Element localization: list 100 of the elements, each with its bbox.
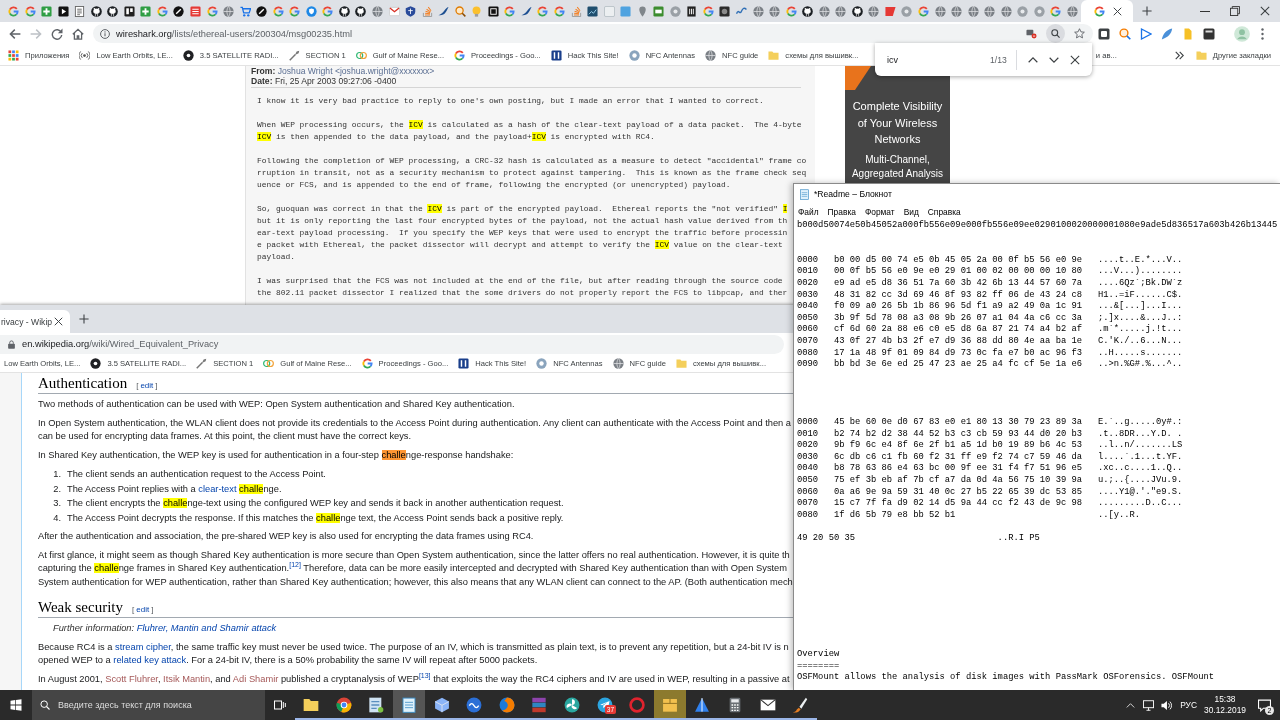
play-icon[interactable] [1139,27,1152,40]
g-logo-icon [156,5,168,17]
disc-icon [1033,5,1045,17]
url-text: wireshark.org/lists/ethereal-users/200304/msg00235.html [116,28,353,39]
close-icon[interactable] [54,317,64,326]
paragraph: At first glance, it might seem as though Shared Key authentication is more secure than Open System authentication, since the latter offers no real authentication. However, it is quite th capturing the challenge frames in Shared Key authentication.$^{[12]}$ Therefore, data can be more easily intercepted and decrypted with Shared Key authentication than with Open System System authentication for WEP authentication, rather than Shared Key authentication; however, this also means that any WLAN client can connect to the AP. (Both authentication mech [38,548,793,589]
brush-icon [792,697,809,713]
paragraph: After the authentication and association, the pre-shared WEP key is also used for encrypting the data frames using RC4. [38,530,534,543]
g-logo-icon [537,5,549,17]
minimize-icon[interactable] [1200,10,1210,12]
wing-icon [438,5,450,17]
monitor-icon[interactable] [1142,699,1154,711]
globe-icon [752,5,764,17]
folder-icon [768,49,780,61]
tile-icon[interactable] [1097,27,1110,40]
globe-icon [934,5,946,17]
g-logo-icon [702,5,714,17]
tile-icon [620,5,632,17]
menu-item[interactable]: Файл [794,207,824,217]
globe-icon [868,5,880,17]
url-text: en.wikipedia.org/wiki/Wired_Equivalent_Privacy [22,339,219,349]
message-icon[interactable] [1257,698,1271,712]
globe-icon [612,358,624,369]
magnifier-icon[interactable] [1118,27,1131,40]
restore-icon[interactable] [1230,6,1240,16]
menu-item[interactable]: Вид [899,207,924,217]
reload-icon[interactable] [50,27,63,40]
speaker-icon[interactable] [1160,699,1172,711]
edit-link[interactable]: [ edit ] [132,603,154,617]
address-bar[interactable]: en.wikipedia.org/wiki/Wired_Equivalent_Privacy [0,334,784,354]
edit-link[interactable]: [ edit ] [136,379,158,393]
chevron-down-icon[interactable] [1049,56,1059,63]
document-text: b000d50074e50b45052a000fb556e09e000fb556e09ee0290100020000001080e9ade5d836517a603b426b13445 0000 b0 00 d5 00 74 e5 0b 45 05 2a 00 0f b5 56 e0 9e ....t..E.*...V.. 0010 00 0f b5 56 e0 9e e0 29 01 00 02 00 00 00 10 80 ...V...)........ 0020 e9 ad e5 d8 36 51 7a 60 3b 42 6b 13 44 57 60 7a ....6Qz`;Bk.DW`z 0030 48 31 82 cc 3d 69 46 8f 93 82 ff 06 de 43 24 c8 H1..=iF......C$. 0040 f0 09 a0 26 5b 1b 86 96 5d f1 a9 a2 49 0a 1c 91 ...&[...]...I... 0050 3b 9f 5d 78 08 a3 08 9b 26 07 a1 04 4a c6 cc 3a ;.]x....&...J..: 0060 cf 6d 60 2a 88 e6 c0 e5 d8 6a 87 21 74 a4 b2 af .m`*.....j.!t... 0070 43 0f 27 4b b3 2f e7 d9 36 88 dd 80 4e aa ba 1e C.'K./..6...N... 0080 17 1a 48 9f 01 09 84 d9 73 0c fa e7 b0 ac 96 f3 ..H.....s....... 0090 bb bd 3e 6e ed 25 47 23 ae 25 a4 fc cf 5e 1a e6 ..>n.%G#.%...^.. 0000 45 be 60 0e d0 67 83 e0 e1 80 13 30 79 23 89 3a E.`..g.....0y#.: 0010 b2 74 b2 d2 38 44 52 b3 c3 cb 59 93 44 d0 20 b3 .t..8DR...Y.D. . 0020 9b f9 6c e4 8f 6e 2f b1 a5 1d b0 19 89 b6 4c 53 ..l..n/.......LS 0030 6c db c6 c1 fb 60 f2 31 ff e9 f2 74 c7 59 46 da l....`.1...t.YF. 0040 b8 78 63 86 e4 63 bc 00 9f ee 31 f4 f7 51 96 e5 .xc..c....1..Q.. 0050 75 ef 3b eb af 7b cf a7 da 0d 4a 56 75 10 39 9a u.;..{....JVu.9. 0060 0a a6 9e 9a 59 31 40 0c 27 b5 22 65 39 dc 53 85 ....Y1@.'."e9.S. 0070 15 c7 7f fa d9 02 14 d5 9a 44 cc f2 43 de 9c 98 .........D..C... 0080 1f d6 5b 79 e8 bb 52 b1 ..[y..R. 49 20 50 35 ..R.I P5 Overview ======== OSFMount allows the analysis of disk images with PassMark OSForensics. OSFMount [797,220,1278,684]
g-logo-icon [1050,5,1062,17]
close-icon[interactable] [1070,54,1080,65]
feather-icon[interactable] [1160,27,1173,40]
menu-item[interactable]: Справка [923,207,966,217]
close-icon[interactable] [1113,6,1123,16]
search-icon [40,700,50,710]
browser-tab[interactable]: rivacy - Wikip [0,310,70,333]
find-field[interactable]: icv [887,52,990,67]
cat-icon [338,5,350,17]
bulb-icon [471,5,483,17]
g-logo-icon [361,358,373,369]
plus-icon[interactable] [1141,6,1152,16]
notepad-icon [799,188,810,200]
globe-icon [705,49,717,61]
star-icon[interactable] [1074,28,1085,39]
package-icon [661,697,678,713]
address-bar[interactable]: wireshark.org/lists/ethereal-users/200304/msg00235.html [93,24,1093,43]
calculator-icon [727,697,743,713]
plus-icon[interactable] [79,314,89,324]
crest-icon [405,5,417,17]
link[interactable]: Scott Fluhrer [105,673,158,684]
arrow-left-icon[interactable] [8,27,21,40]
info-icon[interactable] [100,28,110,39]
task-view-icon[interactable] [274,699,286,711]
cat-icon [107,5,119,17]
cat-icon [90,5,102,17]
ring-logo-icon [335,697,352,713]
g-logo-icon [918,5,930,17]
home-icon[interactable] [71,27,84,40]
section-heading: Weak security [38,598,123,617]
lock-icon [7,339,16,349]
close-icon[interactable] [1260,6,1270,16]
link[interactable]: stream cipher [115,641,171,652]
g-logo-icon [7,5,19,17]
menu-item[interactable]: Формат [860,207,900,217]
taskbar-button[interactable] [653,690,687,720]
message-date: Date: Fri, 25 Apr 2003 09:27:06 -0400 [251,76,397,86]
menu-item[interactable]: Правка [823,207,861,217]
ad-banner[interactable]: Complete Visibility of Your Wireless Networks Multi-Channel, Aggregated Analysis [845,66,950,183]
menu-icon[interactable] [1261,27,1264,40]
globe-icon [818,5,830,17]
blocked-icon[interactable] [1026,28,1037,39]
find-button[interactable] [1046,24,1065,43]
paragraph: In August 2001, Scott Fluhrer, Itsik Mantin, and Adi Shamir published a cryptanalysis of WEP$^{[13]}$ that exploits the way the RC4 ciphers and IV are used in WEP, resulting in a passive at [38,672,790,686]
ring-icon [628,49,640,61]
tile-icon[interactable] [1202,27,1215,40]
orb-icon [498,697,515,713]
link[interactable]: Adi Shamir [232,673,279,684]
taskbar-button[interactable] [392,690,426,720]
hatnote: Further information: Fluhrer, Mantin and Shamir attack [53,622,277,635]
chevron-up-icon[interactable] [1028,56,1038,63]
frame-tile-icon [487,5,499,17]
paragraph: Because RC4 is a stream cipher, the same traffic key must never be used twice. The purpose of an IV, which is transmitted as plain text, is to prevent any repetition, but a 24-bit IV is n opened WEP to a related key attack. For a 24-bit IV, there is a 50% probability the same IV will repeat after 5000 packets. [38,640,789,667]
language-indicator[interactable]: РУС [1175,700,1202,710]
message-sender: From: Joshua Wright <joshua.wright@xxxxxxx> [251,66,435,76]
globe-icon [372,5,383,17]
g-logo-icon [272,5,284,17]
clock-time: 15:38 [1214,694,1236,705]
clock-date: 30.12.2019 [1204,705,1246,716]
double-chevron-icon[interactable] [1174,50,1184,60]
tile-icon [550,49,562,61]
link[interactable]: clear-text [198,483,240,494]
search-field[interactable]: Введите здесь текст для поиска [32,690,265,720]
start-icon[interactable] [10,699,22,711]
disc-icon [466,697,483,713]
paragraph: Two methods of authentication can be used with WEP: Open System authentication and Shared Key authentication. [38,398,515,411]
link[interactable]: Fluhrer, Mantin and Shamir attack [136,623,277,633]
